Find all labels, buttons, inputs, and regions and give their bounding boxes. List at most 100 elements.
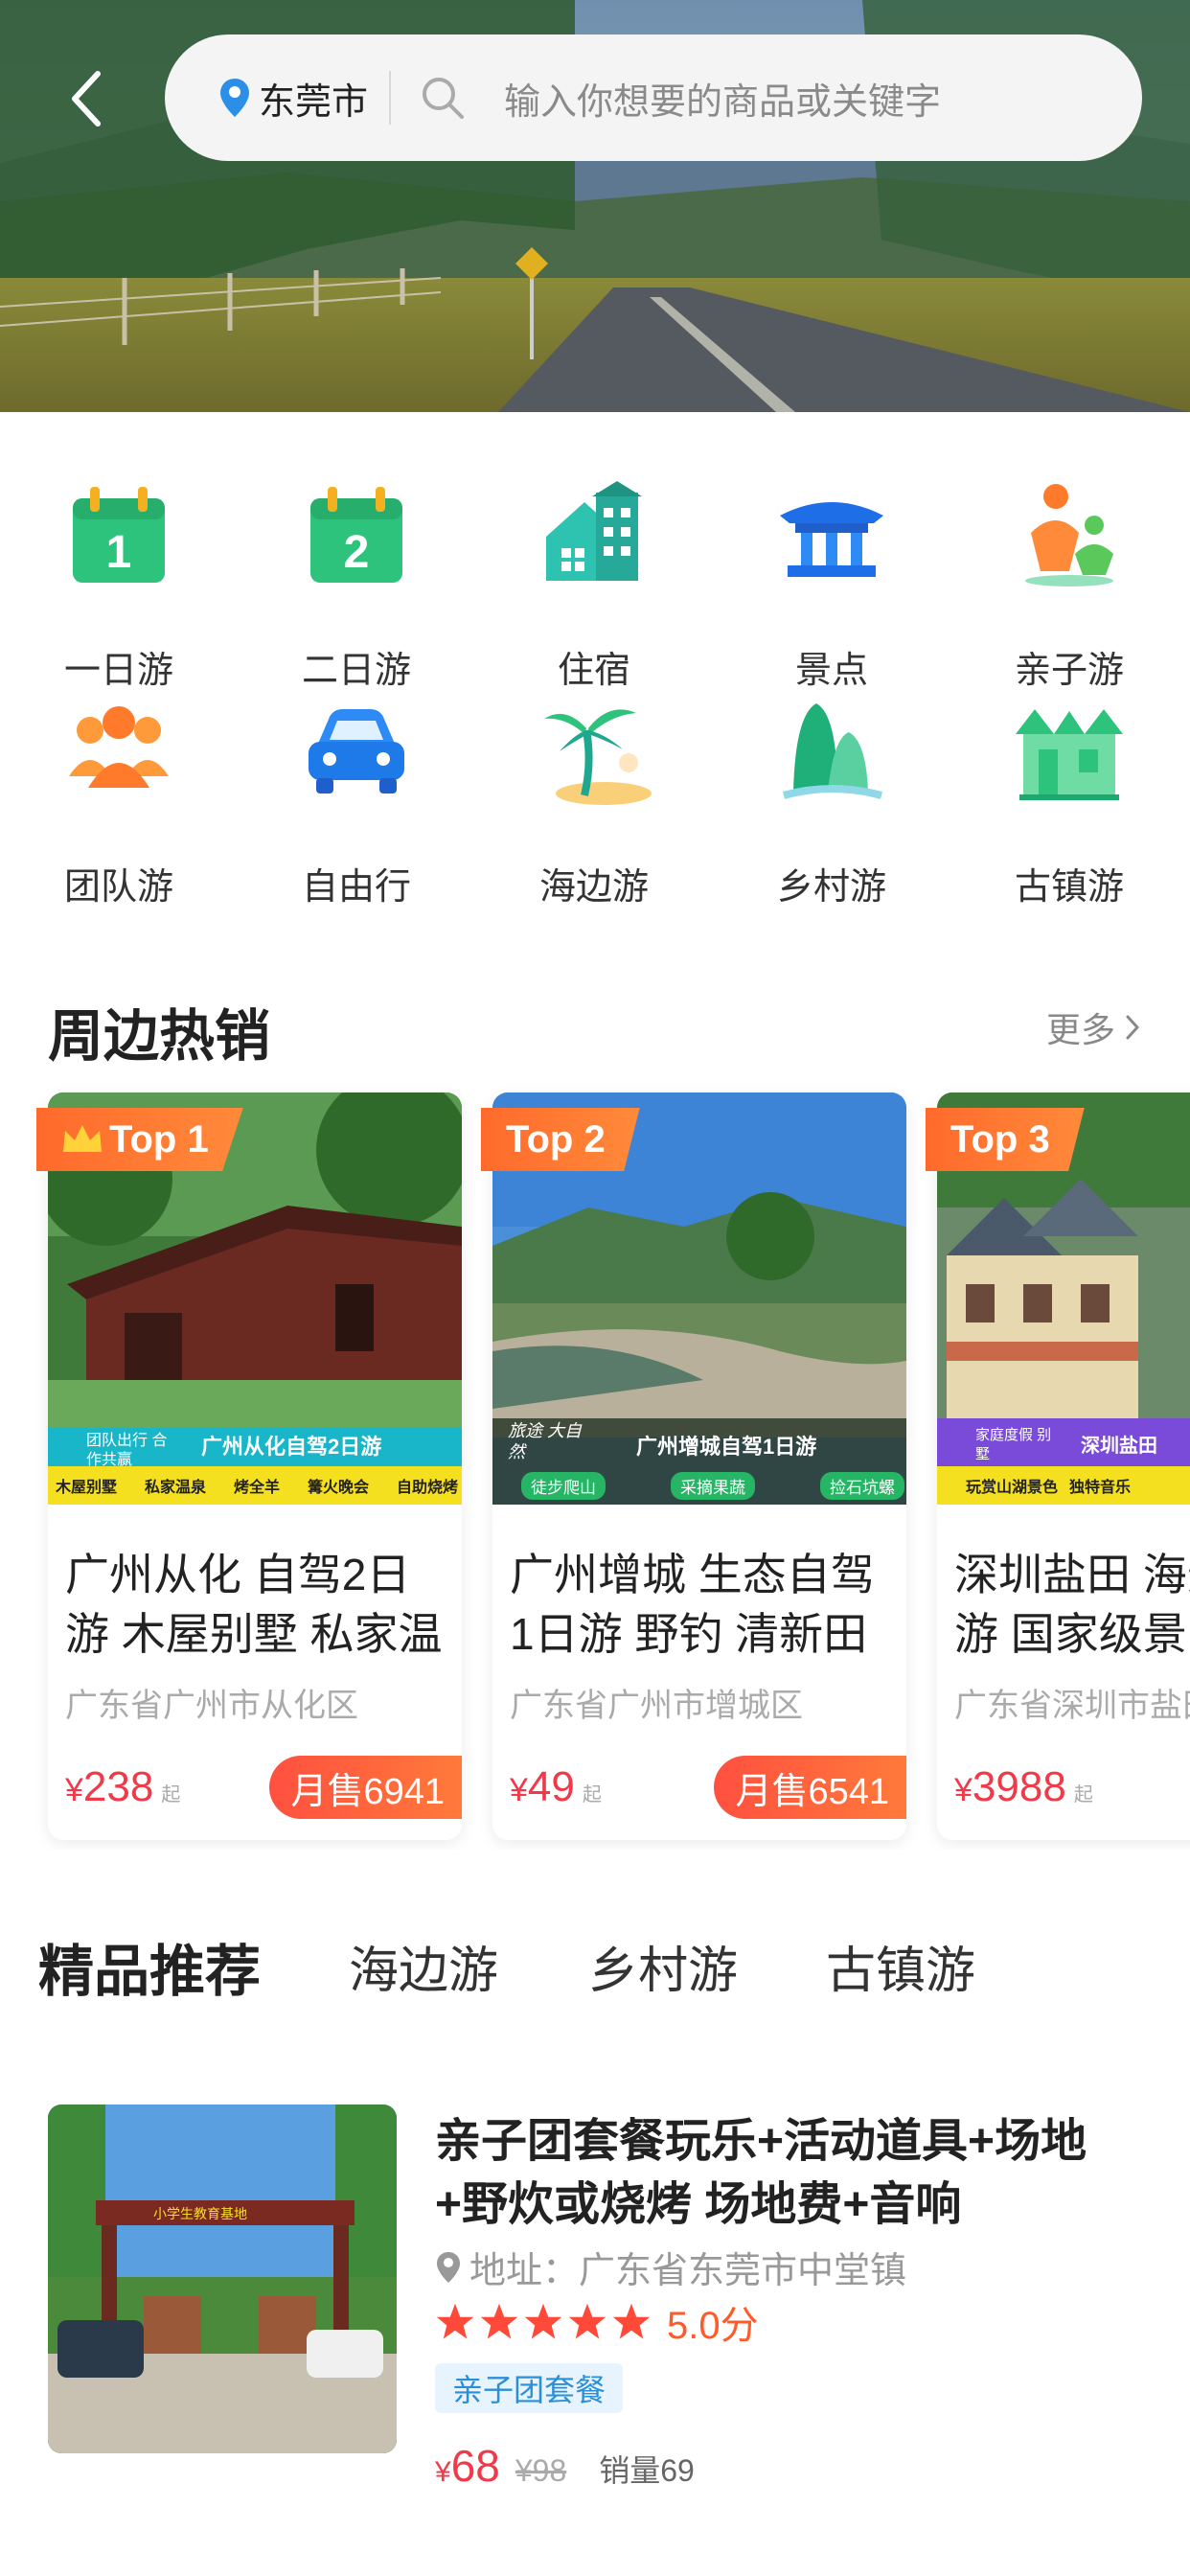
location-pin-icon xyxy=(437,2251,460,2283)
hot-carousel[interactable]: 团队出行 合作共赢 广州从化自驾2日游 木屋别墅 私家温泉 烤全羊 篝火晚会 自… xyxy=(0,1083,1190,1850)
image-caption: 深圳盐田 xyxy=(1081,1436,1157,1457)
rank-badge: Top 1 xyxy=(36,1108,243,1171)
palm-tree-icon xyxy=(544,709,652,805)
star-icon xyxy=(612,2303,651,2339)
image-small-text: 团队出行 合作共赢 xyxy=(86,1433,168,1468)
more-label: 更多 xyxy=(1045,1010,1115,1049)
price-value: 238 xyxy=(82,1763,154,1810)
hot-card[interactable]: 旅途 大自然 广州增城自驾1日游 徒步爬山 采摘果蔬 捡石坑螺 广州增城 生态自… xyxy=(492,1092,906,1840)
category-parent-child[interactable]: 亲子游 xyxy=(973,479,1165,691)
hot-card-title: 广州增城 生态自驾1日游 野钓 清新田园 xyxy=(510,1550,875,1659)
search-bar[interactable]: 东莞市 输入你想要的商品或关键字 xyxy=(165,34,1142,161)
image-small-text: 旅途 大自然 xyxy=(508,1421,583,1461)
gate-sign-text: 小学生教育基地 xyxy=(153,2206,247,2221)
price-value: 49 xyxy=(527,1763,575,1810)
recommend-item-price: ¥68 ¥98 销量69 xyxy=(435,2440,695,2492)
more-link[interactable]: 更多 xyxy=(1046,1002,1142,1052)
price-value: 3988 xyxy=(972,1763,1066,1810)
image-tag: 徒步爬山 xyxy=(521,1472,606,1500)
price-suffix: 起 xyxy=(1073,1784,1093,1806)
hot-card-region: 广东省广州市从化区 xyxy=(65,1688,358,1724)
tab-label: 古镇游 xyxy=(826,1944,976,1999)
rating-score: 5.0分 xyxy=(667,2305,759,2347)
chevron-left-icon xyxy=(72,71,101,126)
image-tag: 捡石坑螺 xyxy=(820,1472,904,1500)
recommend-item-image: 小学生教育基地 xyxy=(48,2104,397,2453)
recommend-item-address: 地址：广东省东莞市中堂镇 xyxy=(435,2241,906,2293)
chevron-right-icon xyxy=(1126,1015,1140,1040)
rank-label: Top 3 xyxy=(950,1117,1050,1161)
category-one-day[interactable]: 1 一日游 xyxy=(23,479,215,691)
house-icon xyxy=(546,481,642,581)
city-selector[interactable]: 东莞市 xyxy=(259,72,368,125)
image-tag: 独特音乐 xyxy=(1069,1480,1132,1496)
price-suffix: 起 xyxy=(582,1784,602,1806)
category-label: 海边游 xyxy=(538,867,649,908)
car-icon xyxy=(309,709,404,794)
category-two-day[interactable]: 2 二日游 xyxy=(261,479,452,691)
image-tags: 木屋别墅 私家温泉 烤全羊 篝火晚会 自助烧烤 xyxy=(56,1474,458,1497)
hot-card-region: 广东省深圳市盐田区 xyxy=(954,1688,1190,1724)
image-small-text: 家庭度假 别墅 xyxy=(975,1427,1052,1462)
tab-featured[interactable]: 精品推荐 xyxy=(38,1926,262,2014)
search-input[interactable]: 输入你想要的商品或关键字 xyxy=(504,72,941,125)
category-self-drive[interactable]: 自由行 xyxy=(261,696,452,908)
star-icon xyxy=(524,2303,562,2339)
category-row: 1 一日游 2 二日游 住宿 景点 亲子游 xyxy=(0,479,1190,691)
group-icon xyxy=(69,706,169,788)
category-scenic-spot[interactable]: 景点 xyxy=(736,479,927,691)
category-label: 一日游 xyxy=(63,651,173,691)
price-value: 68 xyxy=(450,2441,500,2491)
star-icon xyxy=(568,2303,606,2339)
image-caption: 广州增城自驾1日游 xyxy=(636,1435,817,1459)
rating: 5.0分 xyxy=(435,2294,759,2350)
original-price: ¥98 xyxy=(515,2453,567,2488)
monthly-sales-badge: 月售6541 xyxy=(714,1756,906,1819)
hot-card-price: ¥238 起 xyxy=(65,1763,181,1810)
category-countryside[interactable]: 乡村游 xyxy=(736,696,927,908)
search-icon xyxy=(423,78,465,119)
image-tag: 采摘果蔬 xyxy=(671,1472,755,1500)
rank-label: Top 2 xyxy=(506,1117,606,1161)
recommend-item[interactable]: 小学生教育基地 亲子团套餐玩乐+活动道具+场地+野炊或烧烤 场地费+音响 地址：… xyxy=(48,2104,1142,2507)
calendar-1-icon: 1 xyxy=(73,487,165,583)
rank-badge: Top 3 xyxy=(926,1108,1085,1171)
current-price: ¥68 xyxy=(435,2441,500,2491)
category-row: 团队游 自由行 海边游 乡村游 古镇游 xyxy=(0,696,1190,908)
category-label: 住宿 xyxy=(557,651,630,691)
category-group-tour[interactable]: 团队游 xyxy=(23,696,215,908)
category-ancient-town[interactable]: 古镇游 xyxy=(973,696,1165,908)
hot-card[interactable]: 团队出行 合作共赢 广州从化自驾2日游 木屋别墅 私家温泉 烤全羊 篝火晚会 自… xyxy=(48,1092,462,1840)
tab-label: 精品推荐 xyxy=(38,1941,262,2003)
hot-card-price: ¥3988 起 xyxy=(954,1763,1093,1810)
category-lodging[interactable]: 住宿 xyxy=(498,479,690,691)
address-text: 地址：广东省东莞市中堂镇 xyxy=(469,2251,907,2291)
hot-card-region: 广东省广州市增城区 xyxy=(510,1688,803,1724)
category-label: 团队游 xyxy=(63,867,173,908)
pavilion-icon xyxy=(780,502,883,577)
tab-countryside[interactable]: 乡村游 xyxy=(588,1930,738,2002)
recommend-tabs: 精品推荐 海边游 乡村游 古镇游 xyxy=(38,1926,1150,2022)
category-label: 二日游 xyxy=(301,651,411,691)
sales-count: 销量69 xyxy=(599,2453,695,2488)
image-tag: 木屋别墅 xyxy=(56,1480,118,1496)
category-label: 亲子游 xyxy=(1014,651,1124,691)
top-banner: 东莞市 输入你想要的商品或关键字 xyxy=(0,0,1190,412)
image-tag: 篝火晚会 xyxy=(307,1480,369,1496)
category-seaside[interactable]: 海边游 xyxy=(498,696,690,908)
star-icon xyxy=(436,2303,474,2339)
tab-label: 海边游 xyxy=(349,1944,499,1999)
hot-card[interactable]: 家庭度假 别墅 深圳盐田 玩赏山湖景色 独特音乐 深圳盐田 海景2日游 国家级景… xyxy=(937,1092,1190,1840)
crown-icon xyxy=(63,1125,102,1152)
calendar-2-icon: 2 xyxy=(310,487,402,583)
category-label: 乡村游 xyxy=(776,867,886,908)
old-town-icon xyxy=(1016,709,1123,800)
hot-card-title: 广州从化 自驾2日游 木屋别墅 私家温泉 xyxy=(65,1550,443,1659)
image-tag: 私家温泉 xyxy=(144,1480,206,1496)
back-button[interactable] xyxy=(57,65,115,132)
image-tags: 玩赏山湖景色 独特音乐 xyxy=(966,1474,1131,1497)
rank-badge: Top 2 xyxy=(481,1108,640,1171)
tab-seaside[interactable]: 海边游 xyxy=(349,1930,498,2002)
divider xyxy=(389,71,392,125)
tab-ancient-town[interactable]: 古镇游 xyxy=(826,1930,975,2002)
